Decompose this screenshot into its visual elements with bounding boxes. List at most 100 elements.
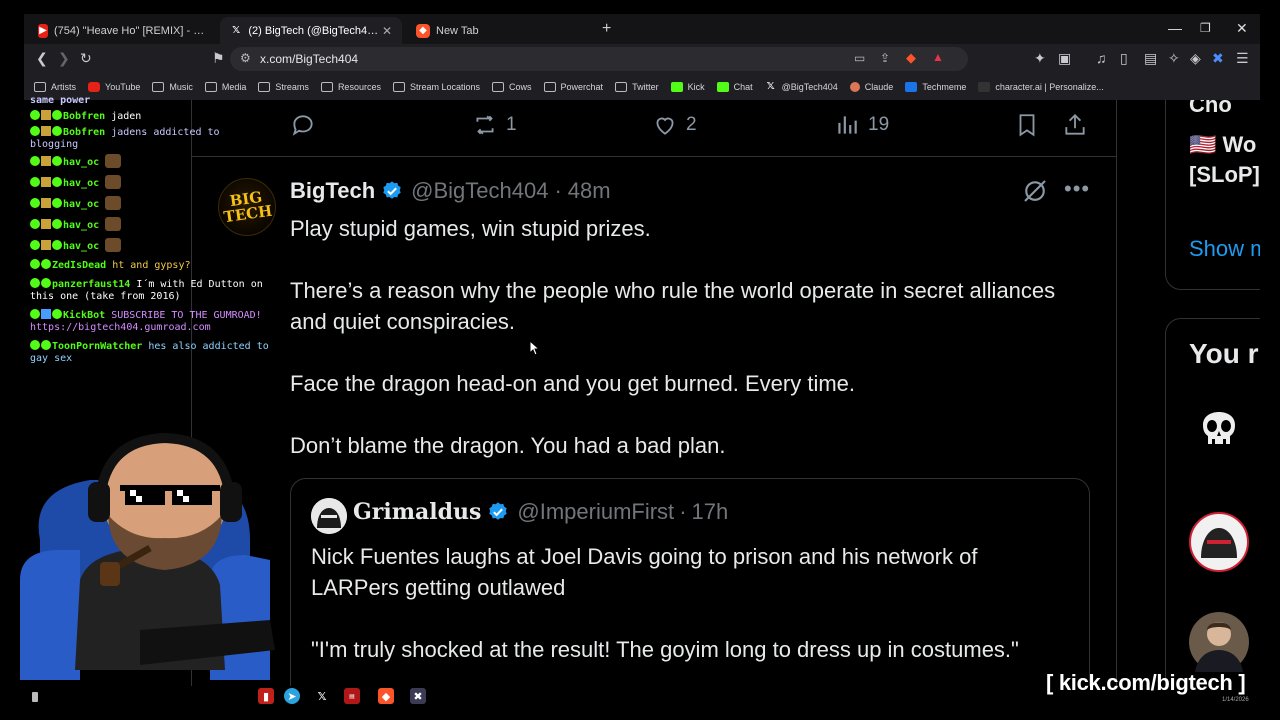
tab-label: (754) "Heave Ho" [REMIX] - Original by S… [53, 24, 208, 37]
more-options-icon[interactable]: ••• [1064, 176, 1090, 202]
sidebar-icon[interactable]: ▯ [1120, 50, 1128, 67]
bookmark-button[interactable] [1014, 112, 1040, 138]
bookmark-powerchat[interactable]: Powerchat [543, 82, 603, 92]
chat-username: hav_oc [63, 178, 100, 189]
share-icon[interactable]: ⇪ [880, 51, 890, 65]
grok-button[interactable] [1020, 176, 1050, 211]
url-text: x.com/BigTech404 [260, 52, 359, 66]
views-button[interactable]: 19 [834, 112, 889, 138]
folder-icon [258, 82, 271, 92]
timestamp[interactable]: 48m [568, 178, 611, 204]
close-window-icon[interactable]: ✕ [1236, 20, 1248, 37]
telegram-icon[interactable]: ➤ [284, 688, 300, 704]
handle[interactable]: @BigTech404 [411, 178, 548, 204]
chat-username: KickBot [63, 310, 106, 321]
vpn-icon[interactable]: ◈ [1190, 50, 1201, 67]
bookmark-character-ai[interactable]: character.ai | Personalize... [978, 82, 1104, 92]
tab-new-tab[interactable]: ◆ New Tab [406, 17, 596, 44]
menu-icon[interactable]: ☰ [1236, 50, 1249, 67]
bookmark-cows[interactable]: Cows [492, 82, 532, 92]
sub-badge-icon [41, 156, 51, 166]
bookmark-youtube[interactable]: YouTube [88, 82, 140, 92]
suggested-avatar[interactable] [1189, 512, 1249, 572]
quoted-timestamp[interactable]: 17h [692, 499, 729, 525]
forward-icon[interactable]: ❯ [58, 50, 70, 67]
quoted-tweet[interactable]: Grimaldus @ImperiumFirst · 17h Nick Fuen… [290, 478, 1090, 688]
brave-rewards-icon[interactable]: ▲ [932, 50, 944, 64]
site-settings-icon[interactable]: ⚙ [240, 51, 251, 65]
brave-shields-icon[interactable]: ◆ [906, 50, 916, 66]
verified-badge-icon [383, 181, 401, 199]
voice-app-icon[interactable]: ▤ [344, 688, 360, 704]
quoted-paragraph: "I'm truly shocked at the result! The go… [311, 637, 1019, 662]
chat-message: hav_oc [30, 217, 270, 232]
quoted-avatar[interactable] [311, 498, 347, 534]
quoted-handle[interactable]: @ImperiumFirst [517, 499, 674, 525]
verified-badge-icon [52, 309, 62, 319]
share-button[interactable] [1062, 112, 1088, 138]
person-avatar-icon [1195, 622, 1243, 672]
skull-icon [1203, 412, 1235, 444]
repost-button[interactable]: 1 [472, 112, 517, 138]
x-icon[interactable]: 𝕏 [314, 688, 330, 704]
restore-icon[interactable]: ❐ [1200, 21, 1211, 35]
x-extension-icon[interactable]: ✖ [1212, 50, 1224, 67]
like-button[interactable]: 2 [652, 112, 697, 138]
bookmark-bigtech404[interactable]: 𝕏 @BigTech404 [765, 82, 838, 93]
kick-badge-icon [30, 278, 40, 288]
quoted-display-name[interactable]: Grimaldus [353, 499, 481, 525]
minimize-icon[interactable]: — [1168, 20, 1182, 36]
media-icon[interactable]: ♫ [1096, 50, 1107, 66]
tab-youtube[interactable]: ▶ (754) "Heave Ho" [REMIX] - Original by… [28, 17, 218, 44]
trend-item-subtitle[interactable]: [SLoP] [1189, 162, 1260, 188]
wallet-icon[interactable]: ▤ [1144, 50, 1157, 67]
reply-button[interactable] [290, 112, 316, 138]
bookmark-media[interactable]: Media [204, 82, 246, 92]
start-icon[interactable] [32, 692, 38, 702]
suggested-avatar[interactable] [1189, 406, 1249, 466]
bookmark-kick[interactable]: Kick [670, 82, 705, 92]
reader-icon[interactable]: ▣ [1058, 50, 1071, 67]
new-tab-button[interactable]: + [602, 20, 611, 38]
bookmark-techmeme[interactable]: Techmeme [905, 82, 966, 92]
sub-badge-icon [41, 177, 51, 187]
bookmark-chat[interactable]: Chat [716, 82, 753, 92]
chat-message: ZedIsDead ht and gypsy? [30, 259, 270, 272]
display-name[interactable]: BigTech [290, 178, 375, 204]
chat-username: hav_oc [63, 220, 100, 231]
back-icon[interactable]: ❮ [36, 50, 48, 67]
x-extension-icon[interactable]: ✖ [410, 688, 426, 704]
bookmark-music[interactable]: Music [152, 82, 193, 92]
close-tab-icon[interactable]: ✕ [382, 24, 392, 38]
address-bar[interactable]: ⚙ x.com/BigTech404 ▭ ⇪ ◆ ▲ [230, 47, 968, 71]
bookmark-resources[interactable]: Resources [320, 82, 381, 92]
chat-username: Bobfren [63, 111, 106, 122]
app-icon[interactable]: ▮ [258, 688, 274, 704]
tab-label: New Tab [436, 24, 479, 37]
trend-item-top[interactable]: Cho [1189, 100, 1232, 118]
tweet-paragraph: There’s a reason why the people who rule… [290, 278, 1056, 334]
sub-badge-icon [41, 198, 51, 208]
kick-badge-icon [30, 240, 40, 250]
kick-badge-icon [30, 156, 40, 166]
leo-icon[interactable]: ✧ [1168, 50, 1180, 67]
trend-item-title[interactable]: 🇺🇸 Wo [1189, 132, 1256, 158]
reload-icon[interactable]: ↻ [80, 50, 92, 67]
suggested-avatar[interactable] [1189, 612, 1249, 672]
bookmark-streams[interactable]: Streams [258, 82, 309, 92]
verified-badge-icon [41, 259, 51, 269]
extensions-icon[interactable]: ✦ [1034, 50, 1046, 67]
reply-icon [292, 115, 313, 136]
who-to-follow-heading: You r [1189, 338, 1259, 369]
tab-x-profile[interactable]: 𝕏 (2) BigTech (@BigTech404) / X ✕ [220, 17, 402, 44]
bookmark-stream-locations[interactable]: Stream Locations [392, 82, 480, 92]
bookmark-artists[interactable]: Artists [34, 82, 76, 92]
bookmark-claude[interactable]: Claude [849, 82, 893, 92]
techmeme-icon [905, 82, 918, 92]
bookmark-twitter[interactable]: Twitter [615, 82, 659, 92]
folder-icon [152, 82, 165, 92]
bookmark-page-icon[interactable]: ⚑ [212, 50, 225, 67]
cast-icon[interactable]: ▭ [854, 51, 865, 65]
brave-icon[interactable]: ◆ [378, 688, 394, 704]
show-more-link[interactable]: Show m [1189, 236, 1260, 262]
